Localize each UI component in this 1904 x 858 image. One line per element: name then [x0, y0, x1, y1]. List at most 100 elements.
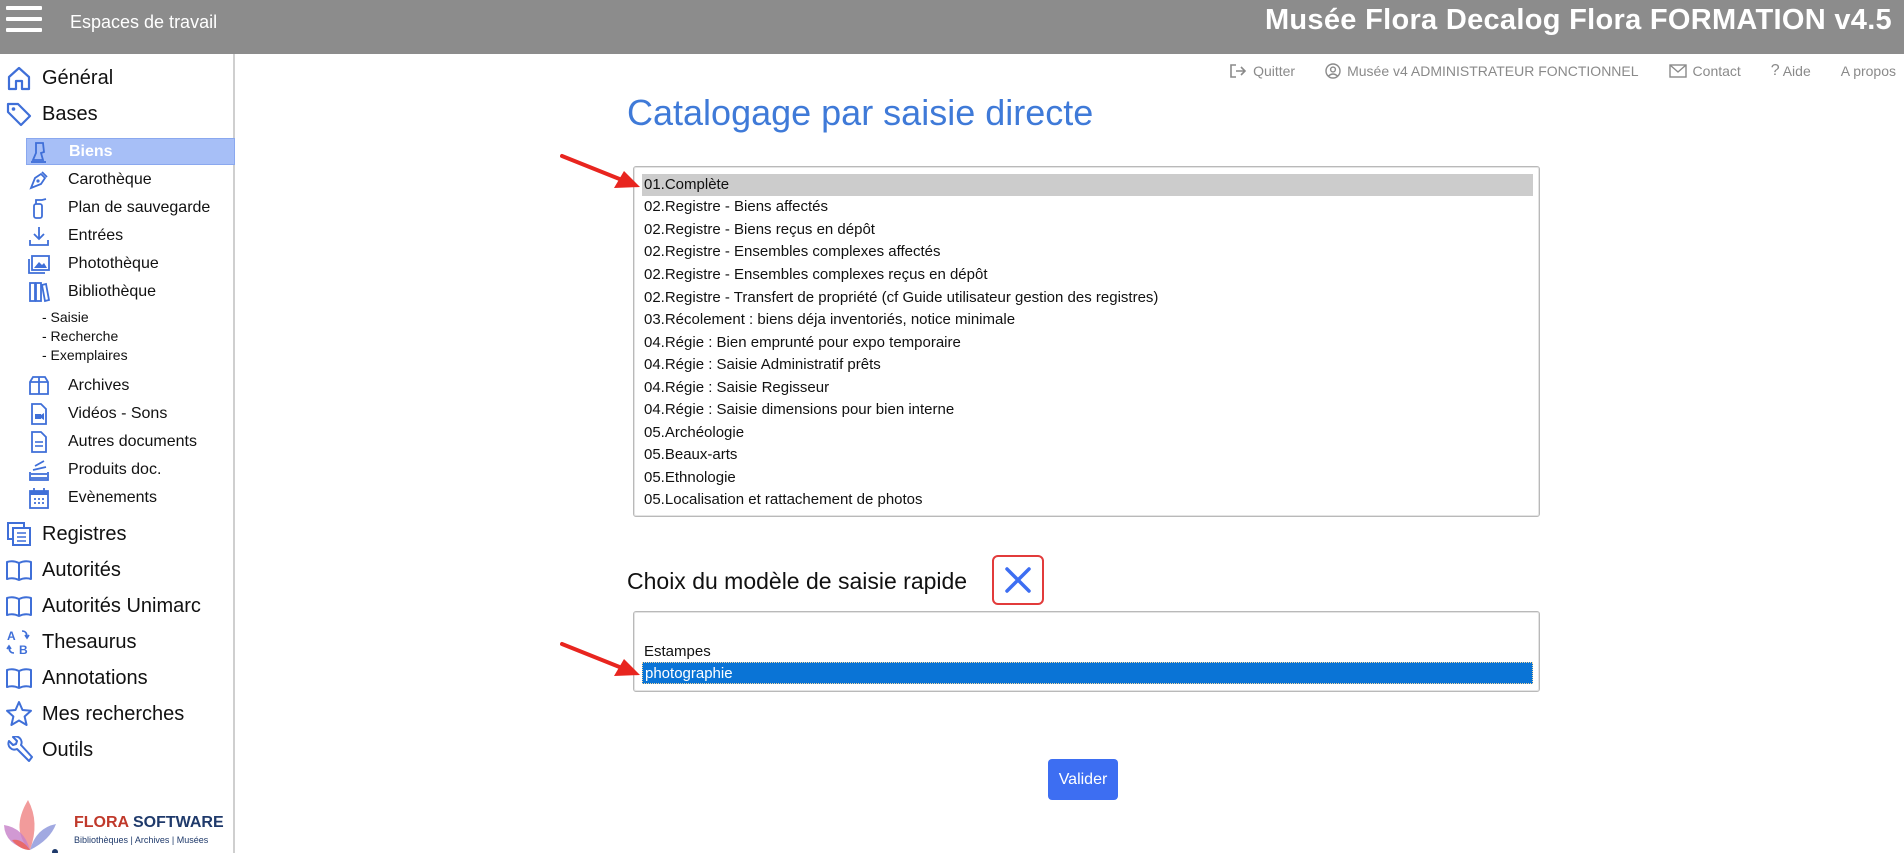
fire-extinguisher-icon [26, 195, 52, 221]
pen-nib-icon [26, 167, 52, 193]
envelope-icon [1668, 64, 1687, 78]
nav-archives[interactable]: Archives [26, 372, 235, 399]
clear-selection-button[interactable] [992, 555, 1044, 605]
nav-registres[interactable]: Registres [0, 516, 235, 552]
quick-model-option[interactable]: Estampes [642, 641, 1533, 663]
model-option[interactable]: 05.Archéologie [642, 422, 1533, 444]
nav-phototheque[interactable]: Photothèque [26, 250, 235, 277]
about-link[interactable]: A propos [1841, 62, 1896, 80]
contact-link[interactable]: Contact [1668, 62, 1741, 80]
nav-bibliotheque-exemplaires[interactable]: - Exemplaires [42, 347, 128, 363]
model-option[interactable]: 05.Beaux-arts [642, 444, 1533, 466]
nav-produits-doc[interactable]: Produits doc. [26, 456, 235, 483]
tag-icon [4, 99, 34, 129]
nav-plan-sauvegarde[interactable]: Plan de sauvegarde [26, 194, 235, 221]
quick-model-option[interactable] [642, 619, 1533, 641]
nav-autorites-unimarc[interactable]: Autorités Unimarc [0, 588, 235, 624]
user-account-link[interactable]: Musée v4 ADMINISTRATEUR FONCTIONNEL [1325, 62, 1639, 80]
nav-outils-label: Outils [42, 738, 94, 761]
question-icon: ? [1770, 62, 1780, 79]
model-option[interactable]: 02.Registre - Ensembles complexes affect… [642, 241, 1533, 263]
svg-text:B: B [19, 643, 28, 656]
nav-mes-recherches-label: Mes recherches [42, 702, 185, 725]
bust-icon [27, 139, 53, 165]
images-icon [26, 251, 52, 277]
nav-outils[interactable]: Outils [0, 732, 235, 768]
quick-model-listbox[interactable]: Estampes photographie [633, 611, 1540, 692]
annotation-arrow-icon [560, 154, 640, 188]
svg-text:A: A [7, 629, 16, 643]
nav-evenements[interactable]: Evènements [26, 484, 235, 511]
nav-carotheque[interactable]: Carothèque [26, 166, 235, 193]
nav-mes-recherches[interactable]: Mes recherches [0, 696, 235, 732]
model-option[interactable]: 02.Registre - Biens affectés [642, 196, 1533, 218]
calendar-icon [26, 485, 52, 511]
input-model-listbox[interactable]: 01.Complète 02.Registre - Biens affectés… [633, 166, 1540, 517]
nav-produits-doc-label: Produits doc. [68, 460, 162, 478]
top-bar: Espaces de travail Musée Flora Decalog F… [0, 0, 1904, 54]
validate-button[interactable]: Valider [1048, 759, 1118, 800]
nav-autres-documents-label: Autres documents [68, 432, 197, 450]
quick-model-title: Choix du modèle de saisie rapide [627, 568, 968, 594]
logo-tagline: Bibliothèques | Archives | Musées [74, 835, 209, 845]
nav-autorites-label: Autorités [42, 558, 121, 581]
nav-biens[interactable]: Biens [26, 138, 235, 165]
nav-bibliotheque-saisie[interactable]: - Saisie [42, 309, 89, 325]
home-icon [4, 63, 34, 93]
quick-model-option[interactable]: photographie [642, 662, 1533, 684]
model-option[interactable]: 04.Régie : Saisie dimensions pour bien i… [642, 399, 1533, 421]
hamburger-menu-icon[interactable] [6, 6, 42, 36]
open-book-icon [4, 663, 34, 693]
nav-annotations[interactable]: Annotations [0, 660, 235, 696]
sidebar: Général Bases Biens Carothèque Plan de s… [0, 54, 235, 855]
model-option[interactable]: 04.Régie : Saisie Administratif prêts [642, 354, 1533, 376]
nav-entrees[interactable]: Entrées [26, 222, 235, 249]
quit-link[interactable]: Quitter [1229, 62, 1295, 80]
nav-bibliotheque-recherche[interactable]: - Recherche [42, 328, 118, 344]
workspaces-menu[interactable]: Espaces de travail [70, 12, 217, 33]
annotation-arrow-icon [560, 642, 640, 676]
user-account-label: Musée v4 ADMINISTRATEUR FONCTIONNEL [1347, 63, 1639, 79]
model-option[interactable]: 01.Complète [642, 174, 1533, 196]
nav-bibliotheque-label: Bibliothèque [68, 282, 157, 300]
model-option[interactable]: 02.Registre - Ensembles complexes reçus … [642, 264, 1533, 286]
nav-general-label: Général [42, 66, 114, 89]
stack-icon [26, 457, 52, 483]
nav-autorites-unimarc-label: Autorités Unimarc [42, 594, 201, 617]
help-link[interactable]: ? Aide [1771, 62, 1811, 80]
wrench-icon [4, 735, 34, 765]
model-option[interactable]: 02.Registre - Transfert de propriété (cf… [642, 287, 1533, 309]
model-option[interactable]: 03.Récolement : biens déja inventoriés, … [642, 309, 1533, 331]
nav-biens-label: Biens [69, 142, 113, 160]
model-option[interactable]: 05.Ethnologie [642, 467, 1533, 489]
help-label: Aide [1782, 63, 1811, 79]
nav-thesaurus[interactable]: AB Thesaurus [0, 624, 235, 660]
app-title: Musée Flora Decalog Flora FORMATION v4.5 [1264, 4, 1892, 36]
download-icon [26, 223, 52, 249]
nav-thesaurus-label: Thesaurus [42, 630, 137, 653]
nav-autorites[interactable]: Autorités [0, 552, 235, 588]
model-option[interactable]: 05.Localisation et rattachement de photo… [642, 489, 1533, 511]
nav-entrees-label: Entrées [68, 226, 124, 244]
quit-label: Quitter [1253, 63, 1296, 79]
nav-plan-sauvegarde-label: Plan de sauvegarde [68, 198, 211, 216]
video-file-icon [26, 401, 52, 427]
flora-software-logo: FLORA SOFTWARE Bibliothèques | Archives … [0, 790, 235, 855]
sort-alpha-icon: AB [4, 627, 34, 657]
archive-box-icon [26, 373, 52, 399]
nav-carotheque-label: Carothèque [68, 170, 152, 188]
nav-autres-documents[interactable]: Autres documents [26, 428, 235, 455]
nav-annotations-label: Annotations [42, 666, 148, 689]
model-option[interactable]: 04.Régie : Bien emprunté pour expo tempo… [642, 332, 1533, 354]
model-option[interactable]: 04.Régie : Saisie Regisseur [642, 377, 1533, 399]
logo-brand-software: SOFTWARE [132, 814, 224, 831]
nav-bases[interactable]: Bases [0, 96, 235, 132]
nav-general[interactable]: Général [0, 60, 235, 96]
nav-videos-sons-label: Vidéos - Sons [68, 404, 168, 422]
logo-brand-flora: FLORA [74, 814, 129, 831]
nav-videos-sons[interactable]: Vidéos - Sons [26, 400, 235, 427]
nav-bibliotheque[interactable]: Bibliothèque [26, 278, 235, 305]
model-option[interactable]: 02.Registre - Biens reçus en dépôt [642, 219, 1533, 241]
flower-logo-icon [4, 800, 58, 855]
books-icon [26, 279, 52, 305]
